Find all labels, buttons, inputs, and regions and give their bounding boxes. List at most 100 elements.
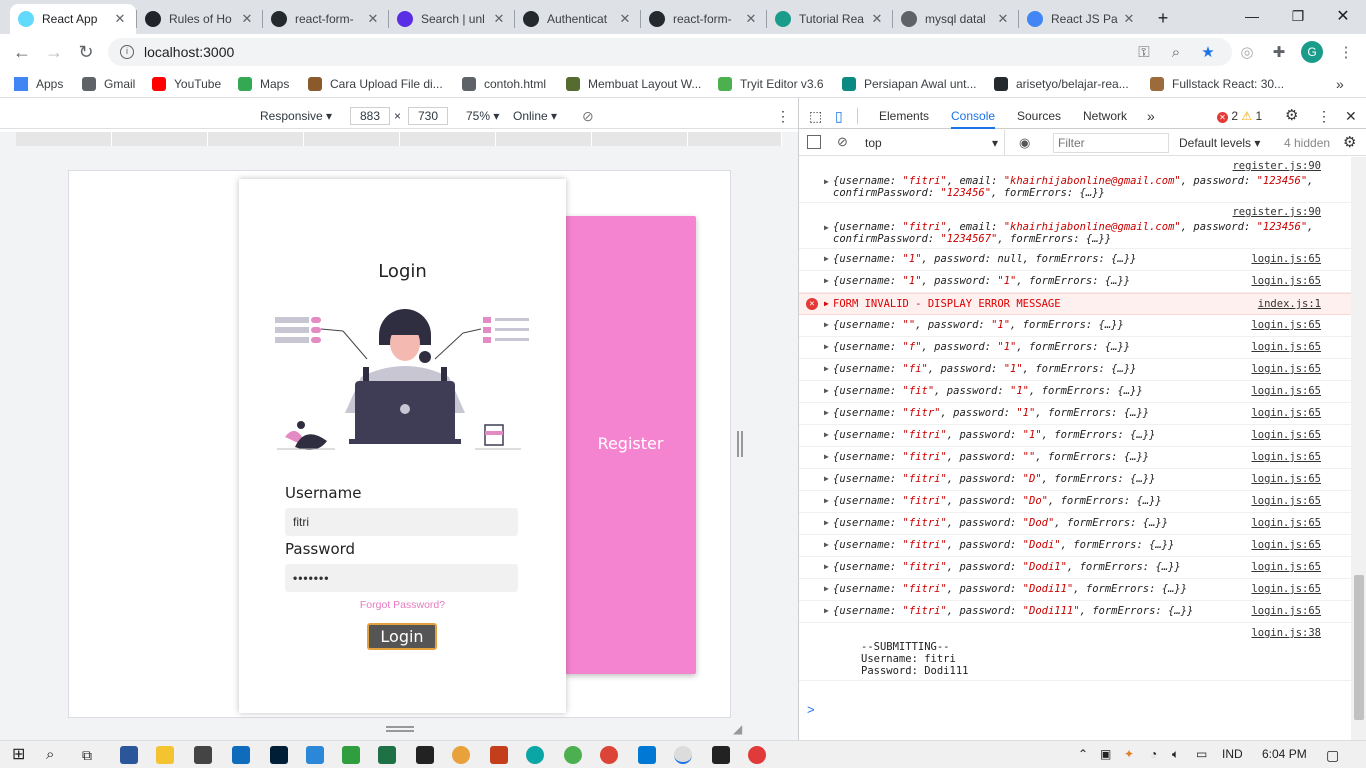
console-log-row[interactable]: ▶ {username: "", password: "1", formError… (799, 315, 1351, 337)
expand-arrow-icon[interactable]: ▶ (824, 496, 829, 505)
bookmark-item[interactable]: contoh.html (462, 75, 546, 93)
zoom-select[interactable]: 75% ▾ (466, 107, 499, 125)
expand-arrow-icon[interactable]: ▶ (824, 518, 829, 527)
browser-tab[interactable]: react-form- ✕ (641, 4, 767, 34)
expand-arrow-icon[interactable]: ▶ (824, 320, 829, 329)
resize-handle-right[interactable] (737, 431, 743, 457)
close-window-icon[interactable]: ✕ (1320, 0, 1366, 32)
bookmark-item[interactable]: Maps (238, 75, 289, 93)
log-levels-select[interactable]: Default levels ▾ (1179, 130, 1260, 156)
windows-start-icon[interactable]: ⊞ (12, 746, 30, 764)
browser-tab[interactable]: mysql datal ✕ (893, 4, 1019, 34)
expand-arrow-icon[interactable]: ▶ (824, 606, 829, 615)
console-log-row[interactable]: ▶ {username: "fitri", password: "Do", for… (799, 491, 1351, 513)
source-link[interactable]: login.js:65 (1251, 253, 1321, 265)
close-tab-icon[interactable]: ✕ (743, 11, 759, 27)
terminal-icon[interactable] (712, 746, 730, 764)
console-scrollbar[interactable] (1351, 157, 1366, 742)
console-log-row[interactable]: ▶ {username: "fitri", password: "D", form… (799, 469, 1351, 491)
puzzle-icon[interactable]: ✚ (1269, 42, 1289, 62)
bookmark-item[interactable]: Apps (14, 75, 63, 93)
console-log-row[interactable]: ▶ {username: "fitri", email: "khairhijabo… (799, 203, 1351, 249)
more-bookmarks-icon[interactable]: » (1336, 75, 1344, 93)
console-log-row[interactable]: ▶ {username: "fitri", password: "Dodi11",… (799, 579, 1351, 601)
close-tab-icon[interactable]: ✕ (995, 11, 1011, 27)
console-log-row[interactable]: ▶ {username: "fitri", password: "1", form… (799, 425, 1351, 447)
expand-arrow-icon[interactable]: ▶ (824, 474, 829, 483)
file-explorer-icon[interactable] (156, 746, 174, 764)
source-link[interactable]: index.js:1 (1258, 298, 1321, 310)
source-link[interactable]: login.js:65 (1251, 605, 1321, 617)
console-log-row[interactable]: ▶ {username: "fitri", email: "khairhijabo… (799, 157, 1351, 203)
rotate-icon[interactable]: ⊘ (582, 107, 594, 125)
expand-arrow-icon[interactable]: ▶ (824, 540, 829, 549)
expand-arrow-icon[interactable]: ▶ (824, 342, 829, 351)
console-log-row[interactable]: ▶ {username: "fitri", password: "Dodi", f… (799, 535, 1351, 557)
devtools-tab-elements[interactable]: Elements (879, 103, 929, 129)
console-log-row[interactable]: ▶ {username: "fitr", password: "1", formE… (799, 403, 1351, 425)
media-query-ruler[interactable] (0, 132, 798, 148)
source-link[interactable]: login.js:65 (1251, 451, 1321, 463)
tray-app-icon[interactable]: ✦ (1124, 747, 1134, 761)
bookmark-item[interactable]: YouTube (152, 75, 221, 93)
close-tab-icon[interactable]: ✕ (491, 11, 507, 27)
expand-arrow-icon[interactable]: ▶ (824, 299, 829, 308)
browser-tab[interactable]: react-form- ✕ (263, 4, 389, 34)
console-log-row[interactable]: ▶ {username: "1", password: "1", formErro… (799, 271, 1351, 293)
source-link[interactable]: login.js:65 (1251, 583, 1321, 595)
expand-arrow-icon[interactable]: ▶ (824, 254, 829, 263)
info-icon[interactable]: i (120, 45, 134, 59)
chrome-icon[interactable] (564, 746, 582, 764)
device-toggle-icon[interactable]: ▯ (835, 103, 843, 129)
edge-icon[interactable] (526, 746, 544, 764)
bookmark-star-icon[interactable]: ★ (1198, 42, 1218, 62)
inspect-icon[interactable]: ⬚ (809, 103, 822, 129)
task-view-icon[interactable]: ⧉ (82, 746, 100, 764)
bookmark-item[interactable]: Persiapan Awal unt... (842, 75, 977, 93)
notification-icon[interactable]: ▢ (1326, 747, 1339, 764)
back-icon[interactable]: ← (10, 40, 34, 64)
source-link[interactable]: login.js:65 (1251, 517, 1321, 529)
devtools-tab-sources[interactable]: Sources (1017, 103, 1061, 129)
console-log-row[interactable]: ▶ {username: "f", password: "1", formErro… (799, 337, 1351, 359)
bookmark-item[interactable]: Tryit Editor v3.6 (718, 75, 824, 93)
source-link[interactable]: login.js:65 (1251, 495, 1321, 507)
bookmark-item[interactable]: Fullstack React: 30... (1150, 75, 1284, 93)
browser-tab[interactable]: Tutorial Rea ✕ (767, 4, 893, 34)
browser-tab[interactable]: React JS Pa ✕ (1019, 4, 1145, 34)
minimize-icon[interactable]: — (1229, 0, 1275, 32)
source-link[interactable]: register.js:90 (1232, 206, 1321, 218)
more-tabs-icon[interactable]: » (1147, 103, 1155, 129)
browser-tab[interactable]: Authenticat ✕ (515, 4, 641, 34)
clock[interactable]: 6:04 PM (1262, 747, 1307, 761)
vscode-icon[interactable] (638, 746, 656, 764)
powerpoint-icon[interactable] (490, 746, 508, 764)
forgot-password-link[interactable]: Forgot Password? (239, 599, 566, 611)
console-log-row[interactable]: --SUBMITTING-- Username: fitri Password:… (799, 623, 1351, 681)
console-log-row[interactable]: ▶ {username: "fitri", password: "Dod", fo… (799, 513, 1351, 535)
expand-arrow-icon[interactable]: ▶ (824, 177, 829, 186)
console-log-row[interactable]: ▶ {username: "fitri", password: "Dodi111"… (799, 601, 1351, 623)
bookmark-item[interactable]: arisetyo/belajar-rea... (994, 75, 1129, 93)
expand-arrow-icon[interactable]: ▶ (824, 364, 829, 373)
new-tab-button[interactable]: + (1140, 2, 1186, 34)
restore-icon[interactable]: ❐ (1275, 0, 1321, 32)
close-tab-icon[interactable]: ✕ (239, 11, 255, 27)
clear-console-icon[interactable]: ⊘ (837, 134, 848, 150)
excel-icon[interactable] (378, 746, 396, 764)
expand-arrow-icon[interactable]: ▶ (824, 408, 829, 417)
volume-icon[interactable]: 🔈︎ (1172, 747, 1179, 762)
source-link[interactable]: login.js:65 (1251, 341, 1321, 353)
source-link[interactable]: login.js:65 (1251, 561, 1321, 573)
forward-icon[interactable]: → (42, 40, 66, 64)
devtools-tab-network[interactable]: Network (1083, 103, 1127, 129)
bookmark-item[interactable]: Cara Upload File di... (308, 75, 443, 93)
resize-corner-icon[interactable]: ◢ (733, 722, 742, 736)
key-icon[interactable]: ⚿ (1134, 42, 1154, 62)
viewport-height-input[interactable]: 730 (408, 107, 448, 125)
settings-gear-icon[interactable]: ⚙ (1285, 103, 1298, 129)
login-button[interactable]: Login (367, 623, 437, 650)
register-panel[interactable]: Register (565, 216, 696, 674)
devtools-tab-console[interactable]: Console (951, 103, 996, 129)
chrome-profile-icon[interactable] (600, 746, 618, 764)
